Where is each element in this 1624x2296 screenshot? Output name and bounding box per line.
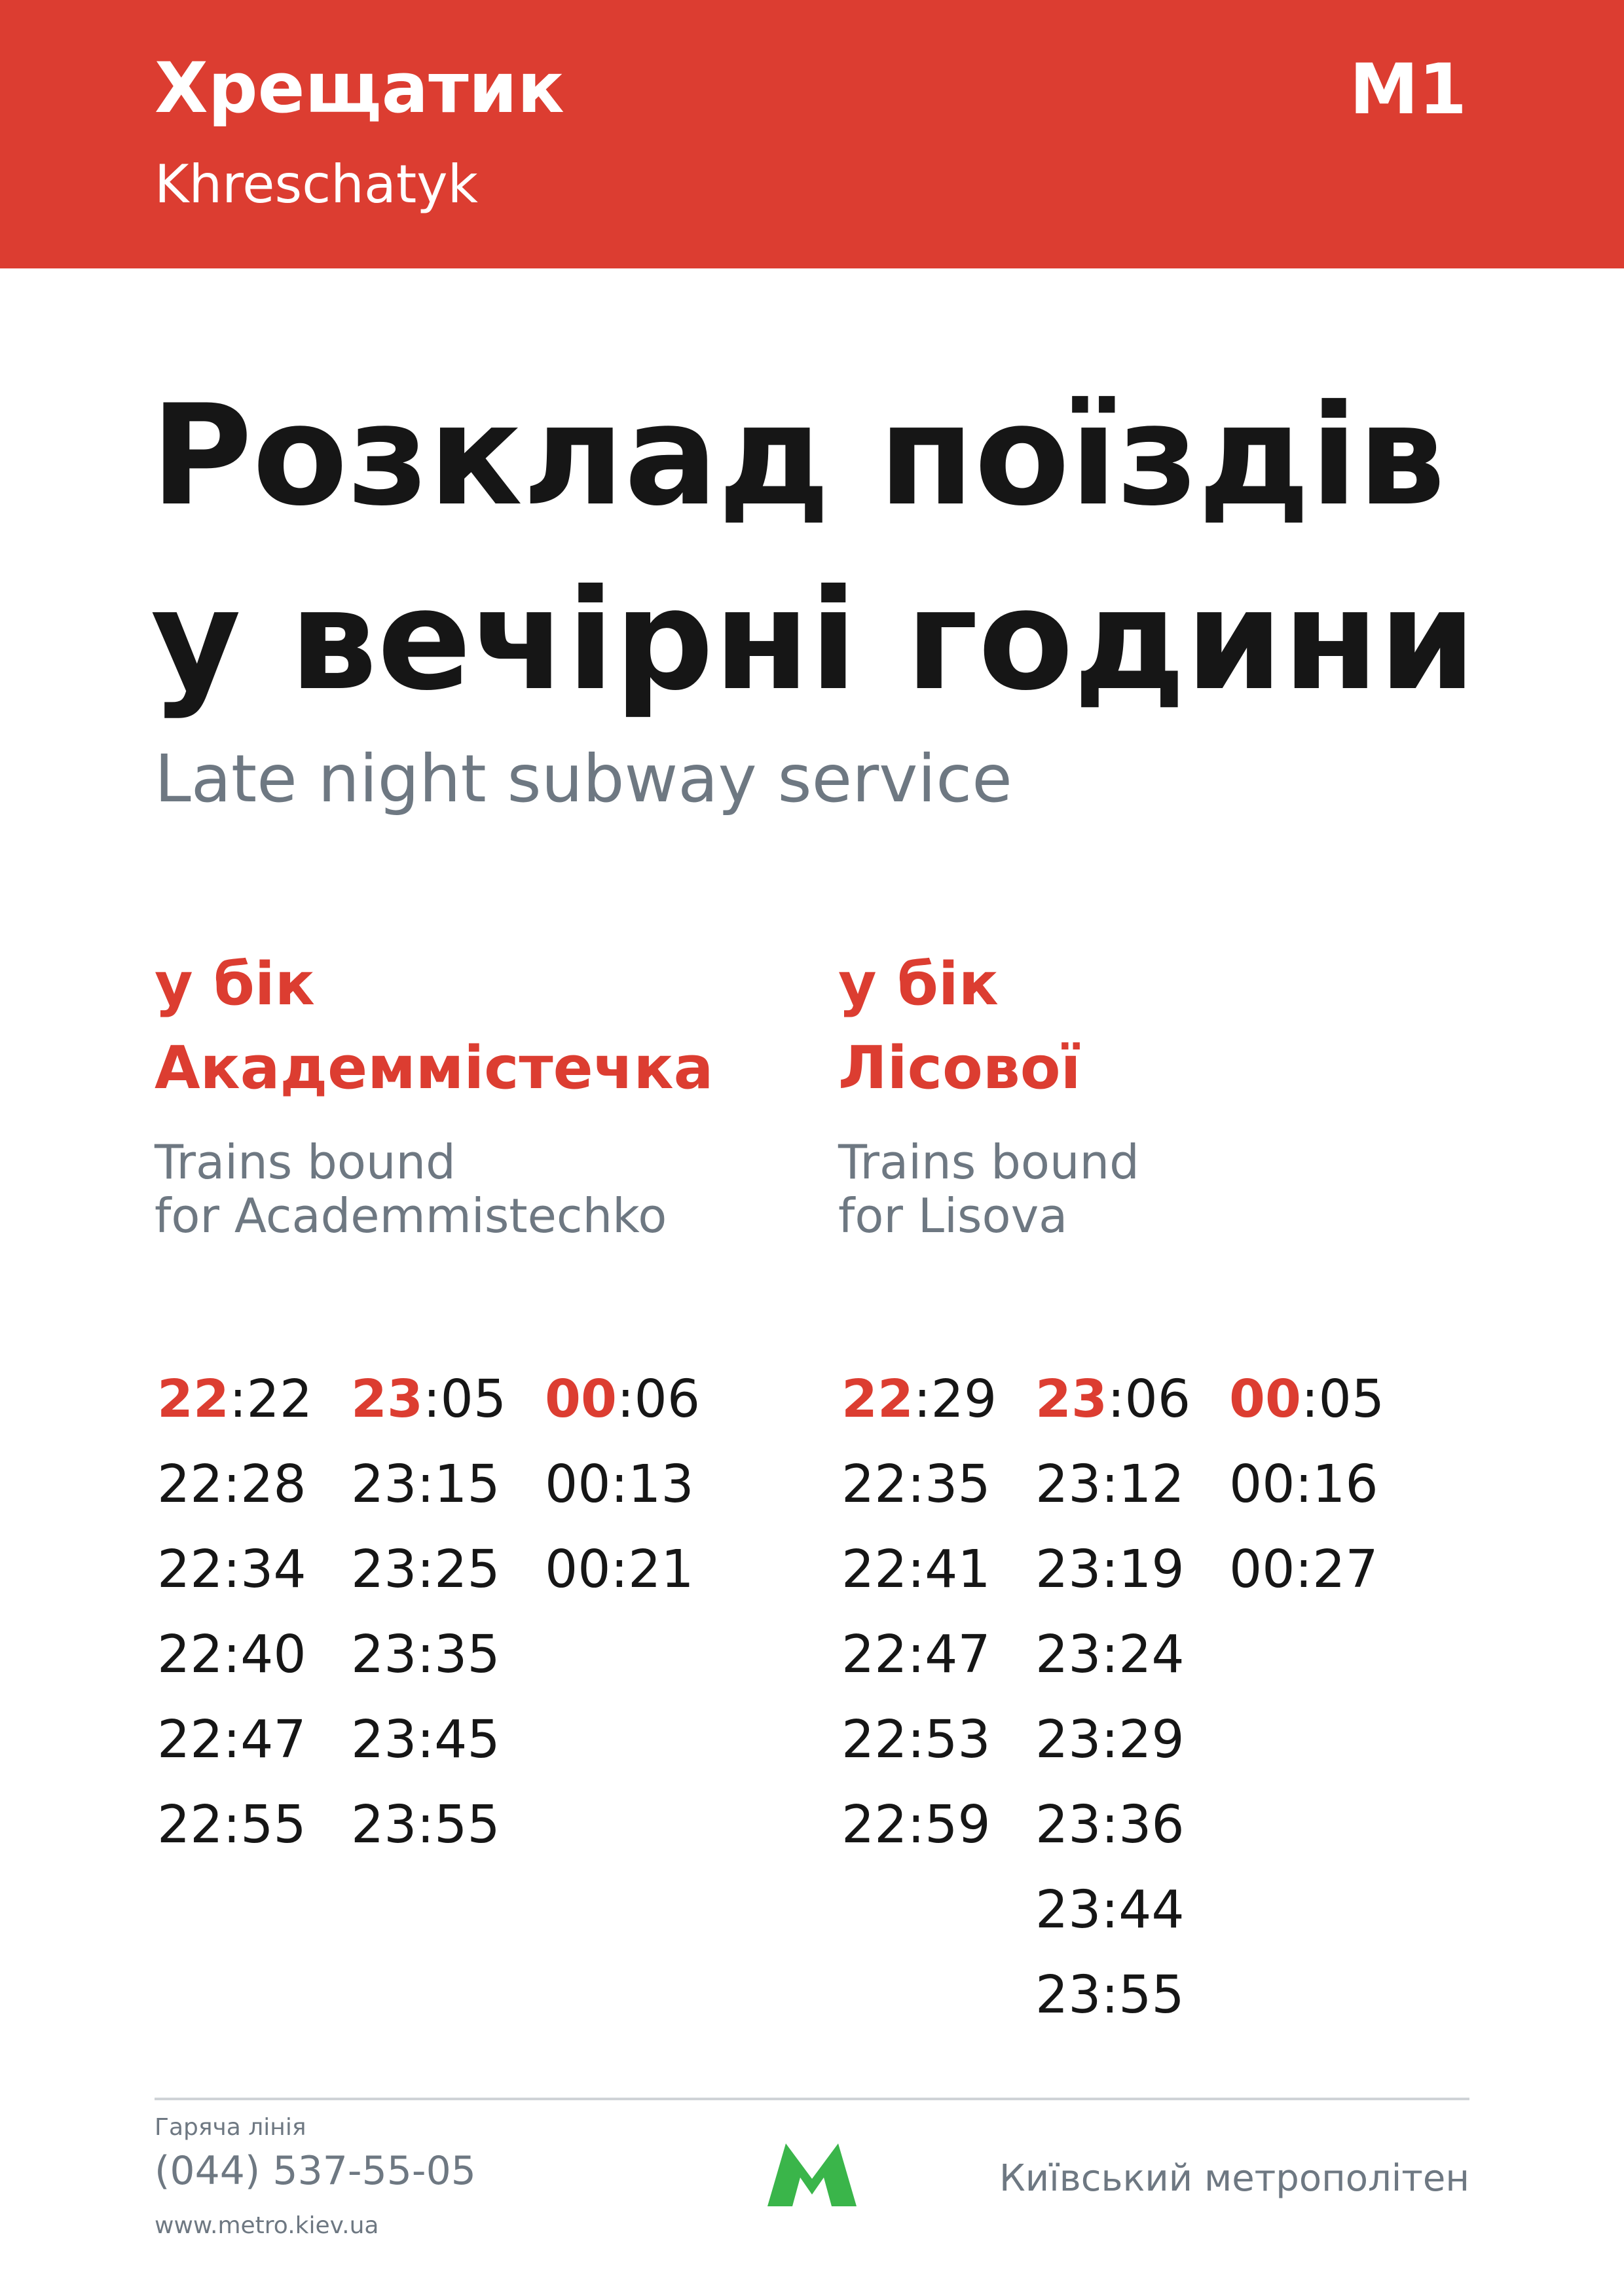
footer-divider <box>155 2098 1469 2100</box>
departure-time: 22:22 <box>157 1369 313 1429</box>
departure-time: 23:36 <box>1035 1795 1185 1855</box>
departure-time: 00:05 <box>1229 1369 1385 1429</box>
website-link[interactable]: www.metro.kiev.ua <box>155 2214 378 2238</box>
departure-time: 22:28 <box>157 1454 306 1514</box>
departure-time: 22:40 <box>157 1624 306 1685</box>
departure-time: 22:53 <box>841 1709 991 1770</box>
departure-time: 00:06 <box>545 1369 701 1429</box>
departure-time: 22:47 <box>841 1624 991 1685</box>
direction-caption-line-1: Trains bound <box>838 1135 1139 1190</box>
direction-heading-line-2: Академмістечка <box>155 1034 714 1102</box>
title-line-2: у вечірні години <box>151 559 1477 721</box>
departure-time: 22:41 <box>841 1539 991 1599</box>
departure-time: 23:12 <box>1035 1454 1185 1514</box>
departure-hour-highlight: 23 <box>351 1369 423 1429</box>
departure-hour-highlight: 00 <box>545 1369 617 1429</box>
departure-time: 23:35 <box>351 1624 500 1685</box>
departure-time: 00:27 <box>1229 1539 1378 1599</box>
line-badge: M1 <box>1349 49 1467 130</box>
timetable-column-23h: 23:06 23:12 23:19 23:24 23:29 23:36 23:44 23:55 <box>1035 1357 1206 2037</box>
direction-caption-en: Trains bound for Lisova <box>838 1135 1139 1243</box>
timetable-column-23h: 23:05 23:15 23:25 23:35 23:45 23:55 <box>351 1357 521 1867</box>
departure-time: 22:35 <box>841 1454 991 1514</box>
departure-time: 23:15 <box>351 1454 500 1514</box>
departure-time: 23:29 <box>1035 1709 1185 1770</box>
station-name-ua: Хрещатик <box>155 48 564 128</box>
timetable-column-22h: 22:22 22:28 22:34 22:40 22:47 22:55 <box>157 1357 327 1867</box>
direction-academmistechko: у бік Академмістечка Trains bound for Ac… <box>155 943 713 1243</box>
departure-time: 23:55 <box>1035 1965 1185 2025</box>
departure-hour-highlight: 23 <box>1035 1369 1107 1429</box>
direction-heading-line-2: Лісової <box>838 1034 1081 1102</box>
departure-time: 23:55 <box>351 1795 500 1855</box>
direction-heading-line-1: у бік <box>155 950 315 1019</box>
station-header: Хрещатик Khreschatyk M1 <box>0 0 1624 268</box>
departure-time: 22:34 <box>157 1539 306 1599</box>
timetable-column-00h: 00:05 00:16 00:27 <box>1229 1357 1399 1612</box>
departure-hour-highlight: 22 <box>157 1369 229 1429</box>
departure-time: 23:24 <box>1035 1624 1185 1685</box>
departure-time: 23:19 <box>1035 1539 1185 1599</box>
direction-caption-line-2: for Lisova <box>838 1188 1068 1243</box>
departure-time: 22:59 <box>841 1795 991 1855</box>
title-line-1: Розклад поїздів <box>151 374 1446 536</box>
departure-time: 22:47 <box>157 1709 306 1770</box>
page-subtitle: Late night subway service <box>155 740 1012 817</box>
direction-caption-line-1: Trains bound <box>155 1135 456 1190</box>
direction-caption-line-2: for Academmistechko <box>155 1188 667 1243</box>
departure-time: 23:45 <box>351 1709 500 1770</box>
page-title: Розклад поїздів у вечірні години <box>151 363 1526 733</box>
station-name-en: Khreschatyk <box>155 154 478 215</box>
direction-caption-en: Trains bound for Academmistechko <box>155 1135 713 1243</box>
organization-name: Київський метрополітен <box>999 2157 1469 2200</box>
departure-time: 22:29 <box>841 1369 997 1429</box>
direction-lisova: у бік Лісової Trains bound for Lisova <box>838 943 1139 1243</box>
direction-heading: у бік Лісової <box>838 943 1139 1110</box>
departure-time: 00:21 <box>545 1539 694 1599</box>
departure-time: 00:16 <box>1229 1454 1378 1514</box>
direction-heading: у бік Академмістечка <box>155 943 713 1110</box>
departure-time: 23:44 <box>1035 1880 1185 1940</box>
departure-hour-highlight: 00 <box>1229 1369 1301 1429</box>
departure-time: 22:55 <box>157 1795 306 1855</box>
kyiv-metro-m-logo-icon <box>767 2142 857 2208</box>
timetable-column-00h: 00:06 00:13 00:21 <box>545 1357 715 1612</box>
departure-time: 23:25 <box>351 1539 500 1599</box>
hotline-label: Гаряча лінія <box>155 2114 306 2141</box>
hotline-phone[interactable]: (044) 537-55-05 <box>155 2151 476 2191</box>
timetable-column-22h: 22:29 22:35 22:41 22:47 22:53 22:59 <box>841 1357 1012 1867</box>
departure-time: 23:06 <box>1035 1369 1191 1429</box>
direction-heading-line-1: у бік <box>838 950 999 1019</box>
departure-time: 00:13 <box>545 1454 694 1514</box>
departure-hour-highlight: 22 <box>841 1369 913 1429</box>
departure-time: 23:05 <box>351 1369 507 1429</box>
